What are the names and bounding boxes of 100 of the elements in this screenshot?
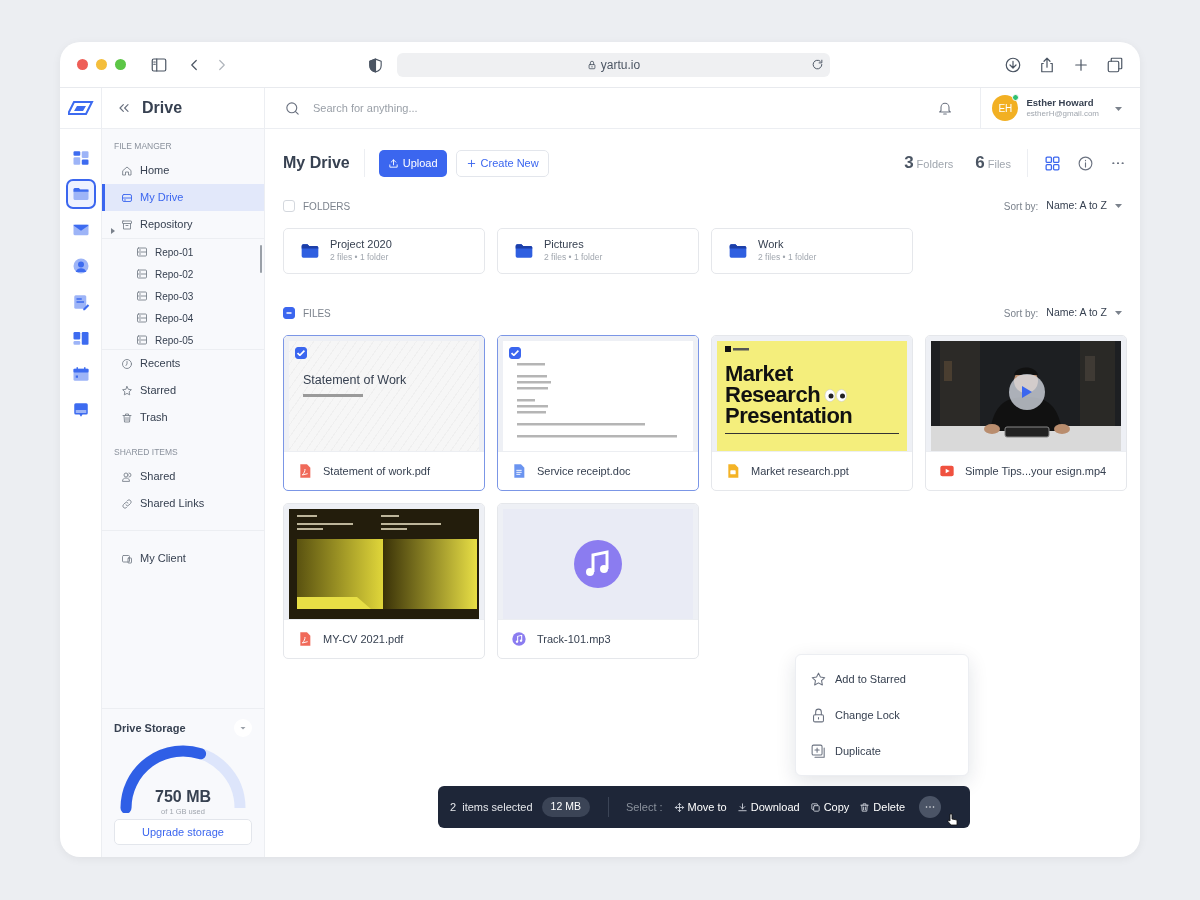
menu-item[interactable]: Duplicate [796,733,968,769]
star-icon [810,670,827,688]
file-name: Market research.ppt [751,463,849,479]
subfolder-item[interactable]: Repo-04 [102,307,264,329]
rail-button[interactable] [65,179,96,209]
checkbox[interactable] [295,347,307,359]
duplicate-icon [810,742,827,760]
file-card[interactable]: MY-CV 2021.pdf [283,503,485,659]
folder-icon [300,241,320,261]
sidebar-item[interactable]: Repository [102,211,264,238]
select-label: Select : [625,799,663,815]
server-icon [136,290,148,302]
checkbox[interactable] [509,347,521,359]
archive-icon [121,218,133,231]
action-button[interactable]: Copy [804,798,855,816]
sort-dropdown[interactable]: Name: A to Z [1046,305,1126,321]
action-button[interactable]: Download [731,798,805,816]
move-icon [673,801,685,813]
file-card[interactable]: Market Research Presentation Market research.ppt [711,335,913,491]
count-label: Folders [916,157,954,173]
action-button[interactable]: Move to [668,798,732,816]
close-window-button[interactable] [77,59,88,70]
folder-card[interactable]: Pictures 2 files • 1 folder [497,228,699,274]
copy-icon [809,801,821,813]
share-icon [1038,55,1056,74]
server-icon [136,334,148,346]
info-button[interactable] [1077,154,1094,172]
folder-name: Work [758,238,785,252]
notification-button[interactable] [937,100,954,116]
subfolder-item[interactable]: Repo-01 [102,241,264,263]
file-card[interactable]: Statement of Work Statement of work.pdf [283,335,485,491]
file-card[interactable]: Track-101.mp3 [497,503,699,659]
sort-dropdown[interactable]: Name: A to Z [1046,198,1126,214]
slide-title-line: Presentation [725,405,853,427]
expand-caret-icon [111,228,115,235]
folder-meta: 2 files • 1 folder [544,251,603,264]
grid-icon [71,149,90,167]
file-name: MY-CV 2021.pdf [323,631,404,647]
caret-icon [1115,204,1122,208]
brand-logo-icon [725,346,749,352]
menu-item[interactable]: Add to Starred [796,661,968,697]
sidebar-toggle-icon [150,55,168,74]
upgrade-button[interactable]: Upgrade storage [114,819,252,845]
calendar-icon [71,365,90,383]
sidebar-item[interactable]: Recents [102,350,264,377]
subfolder-item[interactable]: Repo-05 [102,329,264,349]
search-icon [284,99,301,117]
video-file-icon [939,463,955,479]
file-card[interactable]: Simple Tips...your esign.mp4 [925,335,1127,491]
home-icon [121,164,133,177]
plus-icon [465,157,477,169]
search-field[interactable]: Search for anything... [311,98,871,118]
file-card[interactable]: Service receipt.doc [497,335,699,491]
file-name: Track-101.mp3 [537,631,611,647]
page-heading: My Drive [283,149,365,177]
presentation-file-icon [725,463,741,479]
more-button[interactable] [1110,161,1126,165]
lock-icon [810,706,827,724]
action-button[interactable]: Delete [854,798,911,816]
folder-card[interactable]: Work 2 files • 1 folder [711,228,913,274]
scrollbar[interactable] [260,245,262,273]
address-text[interactable]: yartu.io [600,55,641,74]
section-heading: FOLDERS [303,199,351,214]
more-icon [1110,161,1126,165]
selection-count: 2 items selected [450,799,533,815]
sidebar-item[interactable]: Shared [102,463,264,490]
caret-icon [1115,106,1122,111]
subfolder-item[interactable]: Repo-02 [102,263,264,285]
more-actions-button[interactable] [919,796,942,818]
sort-label: Sort by: [1003,199,1039,214]
clock-icon [121,357,133,370]
file-name: Service receipt.doc [537,463,631,479]
trash-icon [121,411,133,424]
tabs-icon [1106,55,1124,74]
grid-icon [1044,154,1061,172]
sidebar-item[interactable]: My Drive [102,184,264,211]
download-icon [736,801,748,813]
sidebar-item[interactable]: Trash [102,404,264,431]
upload-button[interactable]: Upload [378,149,447,177]
download-icon [1004,55,1022,74]
subfolder-item[interactable]: Repo-03 [102,285,264,307]
eyes-drawing [824,388,849,402]
star-icon [121,384,133,397]
folder-card[interactable]: Project 2020 2 files • 1 folder [283,228,485,274]
section-heading: FILES [303,306,331,321]
minus-icon [286,312,292,314]
folder-meta: 2 files • 1 folder [758,251,817,264]
sidebar-item[interactable]: Starred [102,377,264,404]
section-heading: SHARED ITEMS [114,446,178,459]
server-icon [136,312,148,324]
folder-icon [514,241,534,261]
reload-icon [811,57,824,71]
folder-icon [728,241,748,261]
menu-item[interactable]: Change Lock [796,697,968,733]
sidebar-item[interactable]: My Client [102,545,264,572]
sidebar-item[interactable]: Home [102,157,264,184]
grid-view-button[interactable] [1044,154,1061,172]
sidebar-item[interactable]: Shared Links [102,490,264,517]
create-button[interactable]: Create New [455,149,549,177]
select-all-checkbox[interactable] [283,307,295,319]
